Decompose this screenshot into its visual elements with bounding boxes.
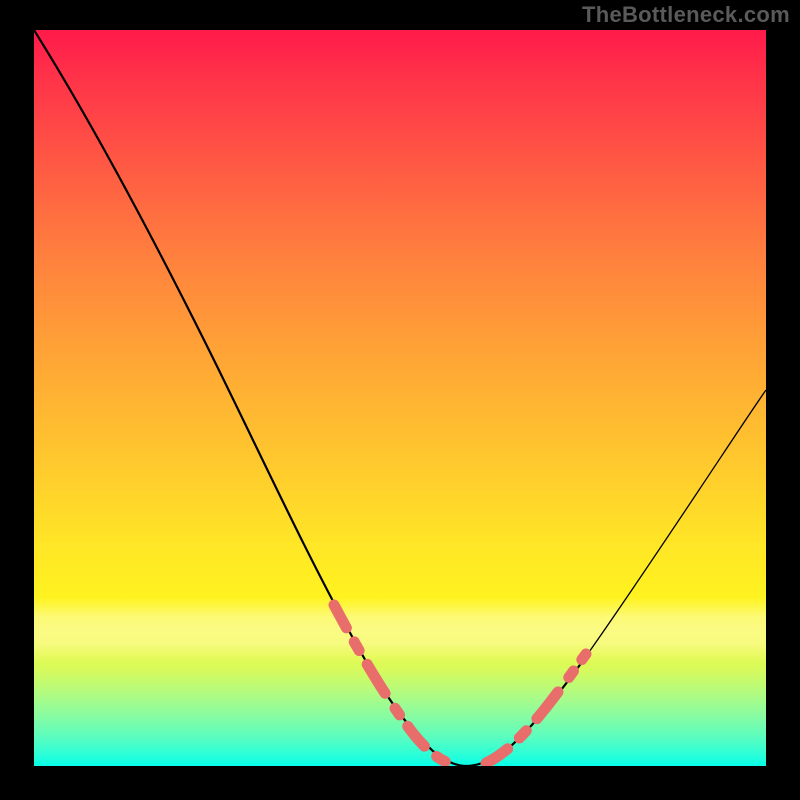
bottleneck-curve-right-upper bbox=[582, 390, 766, 662]
watermark-text: TheBottleneck.com bbox=[582, 2, 790, 28]
curve-layer bbox=[34, 30, 766, 766]
plot-area bbox=[34, 30, 766, 766]
highlight-dash-right bbox=[486, 654, 586, 763]
bottleneck-curve-left bbox=[34, 30, 466, 766]
highlight-dash-left bbox=[334, 605, 454, 765]
chart-frame: TheBottleneck.com bbox=[0, 0, 800, 800]
